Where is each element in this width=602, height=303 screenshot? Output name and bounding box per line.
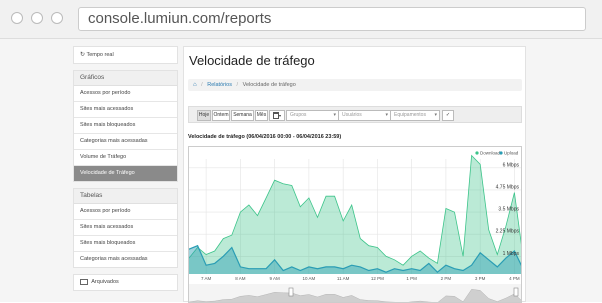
apply-filter-button[interactable]: ✓ xyxy=(442,110,454,121)
breadcrumb-current: Velocidade de tráfego xyxy=(242,82,296,88)
sidebar-item-label: Arquivados xyxy=(91,279,119,285)
sidebar-item-label: Acessos por período xyxy=(80,90,131,96)
sidebar-item-graficos-2[interactable]: Sites mais bloqueados xyxy=(74,117,177,133)
chart-container: 1 Mbps 2.25 Mbps 3.5 Mbps 4.75 Mbps 6 Mbps 7… xyxy=(188,146,522,303)
legend-marker-download xyxy=(475,151,479,155)
period-yesterday-button[interactable]: Ontem xyxy=(212,110,230,121)
period-month-button[interactable]: Mês xyxy=(255,110,268,121)
tabelas-heading: Tabelas xyxy=(74,189,177,204)
y-tick-label: 2.25 Mbps xyxy=(496,229,520,235)
x-tick-label: 7 AM xyxy=(201,276,212,281)
groups-select[interactable]: Grupos ▾ xyxy=(286,110,339,121)
tabelas-section: Tabelas Acessos por período Sites mais ac… xyxy=(73,188,178,268)
x-tick-label: 4 PM xyxy=(509,276,520,281)
realtime-box: ↻ Tempo real xyxy=(73,46,178,64)
x-tick-label: 10 AM xyxy=(303,276,316,281)
sidebar-item-label: Tempo real xyxy=(86,52,114,58)
navigator-handle[interactable] xyxy=(513,287,519,297)
sidebar-item-label: Categorias mais acessadas xyxy=(80,138,148,144)
devices-select-label: Equipamentos xyxy=(394,112,426,118)
chevron-down-icon: ▾ xyxy=(434,112,437,118)
y-tick-label: 4.75 Mbps xyxy=(496,184,520,190)
sidebar-item-realtime[interactable]: ↻ Tempo real xyxy=(74,47,177,63)
page-title: Velocidade de tráfego xyxy=(189,53,315,68)
sidebar-item-graficos-3[interactable]: Categorias mais acessadas xyxy=(74,133,177,149)
sidebar-item-graficos-1[interactable]: Sites mais acessados xyxy=(74,101,177,117)
traffic-speed-chart: 1 Mbps 2.25 Mbps 3.5 Mbps 4.75 Mbps 6 Mbps 7… xyxy=(189,151,521,302)
sidebar-item-label: Sites mais bloqueados xyxy=(80,240,136,246)
graficos-section: Gráficos Acessos por período Sites mais a… xyxy=(73,70,178,182)
home-icon[interactable]: ⌂ xyxy=(193,82,197,88)
window-maximize-button[interactable] xyxy=(51,12,63,24)
window-minimize-button[interactable] xyxy=(31,12,43,24)
legend-marker-upload xyxy=(499,151,503,155)
users-select-label: Usuários xyxy=(342,112,362,118)
main-panel: Velocidade de tráfego ⌂ / Relatórios / V… xyxy=(183,46,526,303)
archived-box: Arquivados xyxy=(73,274,178,291)
graficos-list: Acessos por período Sites mais acessados S… xyxy=(74,86,177,181)
sidebar-item-label: Sites mais bloqueados xyxy=(80,122,136,128)
sidebar-item-label: Sites mais acessados xyxy=(80,224,134,230)
sidebar-item-label: Velocidade de Tráfego xyxy=(80,170,135,176)
x-tick-label: 11 AM xyxy=(337,276,350,281)
navigator-handle[interactable] xyxy=(288,287,294,297)
folder-icon xyxy=(80,278,88,285)
sidebar: ↻ Tempo real Gráficos Acessos por períod… xyxy=(73,46,178,291)
sidebar-item-tabelas-3[interactable]: Categorias mais acessadas xyxy=(74,251,177,267)
sidebar-item-graficos-5[interactable]: Velocidade de Tráfego xyxy=(74,165,177,181)
x-tick-label: 3 PM xyxy=(475,276,486,281)
period-week-button[interactable]: Semana xyxy=(231,110,254,121)
breadcrumb-separator: / xyxy=(236,82,239,88)
sidebar-item-graficos-0[interactable]: Acessos por período xyxy=(74,86,177,101)
breadcrumb-reports-link[interactable]: Relatórios xyxy=(207,82,232,88)
series-area-download xyxy=(189,155,521,274)
sidebar-item-label: Categorias mais acessadas xyxy=(80,256,148,262)
window-close-button[interactable] xyxy=(11,12,23,24)
breadcrumb: ⌂ / Relatórios / Velocidade de tráfego xyxy=(188,79,522,91)
devices-select[interactable]: Equipamentos ▾ xyxy=(390,110,440,121)
tabelas-list: Acessos por período Sites mais acessados S… xyxy=(74,204,177,267)
y-tick-label: 1 Mbps xyxy=(503,251,520,257)
sidebar-item-archived[interactable]: Arquivados xyxy=(74,275,177,290)
x-tick-label: 9 AM xyxy=(270,276,281,281)
chevron-down-icon: ▾ xyxy=(333,112,336,118)
sidebar-item-label: Volume de Tráfego xyxy=(80,154,127,160)
legend-label-download: Download xyxy=(480,151,501,156)
address-bar[interactable]: console.lumiun.com/reports xyxy=(78,7,586,31)
chevron-down-icon: ▾ xyxy=(385,112,388,118)
sidebar-item-tabelas-2[interactable]: Sites mais bloqueados xyxy=(74,235,177,251)
x-tick-label: 12 PM xyxy=(371,276,384,281)
y-tick-label: 6 Mbps xyxy=(503,162,520,168)
sidebar-item-graficos-4[interactable]: Volume de Tráfego xyxy=(74,149,177,165)
filter-toolbar: Hoje Ontem Semana Mês ▾ Grupos ▾ Usuário… xyxy=(188,106,522,123)
legend-label-upload: Upload xyxy=(504,151,519,156)
sidebar-item-label: Acessos por período xyxy=(80,208,131,214)
refresh-icon: ↻ xyxy=(80,52,86,58)
breadcrumb-separator: / xyxy=(201,82,203,88)
browser-toolbar: console.lumiun.com/reports xyxy=(0,0,602,39)
users-select[interactable]: Usuários ▾ xyxy=(338,110,391,121)
x-tick-label: 2 PM xyxy=(441,276,452,281)
groups-select-label: Grupos xyxy=(290,112,307,118)
x-tick-label: 1 PM xyxy=(406,276,417,281)
sidebar-item-label: Sites mais acessados xyxy=(80,106,134,112)
y-tick-label: 3.5 Mbps xyxy=(498,207,519,213)
sidebar-item-tabelas-0[interactable]: Acessos por período xyxy=(74,204,177,219)
chart-title: Velocidade de tráfego (06/04/2016 00:00 … xyxy=(188,134,342,140)
sidebar-item-tabelas-1[interactable]: Sites mais acessados xyxy=(74,219,177,235)
graficos-heading: Gráficos xyxy=(74,71,177,86)
x-tick-label: 8 AM xyxy=(235,276,246,281)
period-today-button[interactable]: Hoje xyxy=(197,110,211,121)
check-icon: ✓ xyxy=(445,112,451,118)
calendar-button[interactable]: ▾ xyxy=(269,110,285,121)
